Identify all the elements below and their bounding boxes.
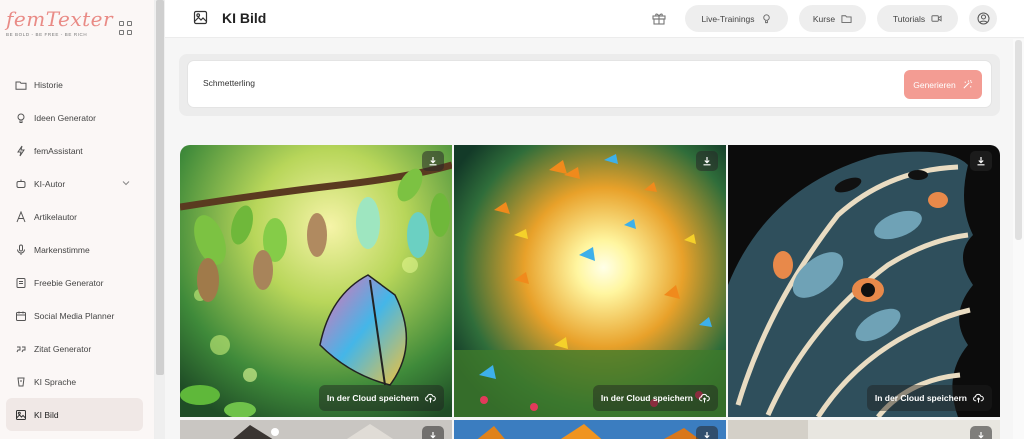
speech-icon	[15, 376, 27, 388]
download-icon	[430, 432, 436, 439]
save-to-cloud-label: In der Cloud speichern	[600, 393, 693, 403]
sidebar-item-femassistant[interactable]: femAssistant	[0, 134, 155, 167]
generated-image-3[interactable]: In der Cloud speichern	[728, 145, 1000, 417]
download-icon	[978, 432, 984, 439]
sidebar-scrollbar[interactable]	[156, 0, 164, 375]
main-scrollbar[interactable]	[1015, 40, 1022, 240]
download-button[interactable]	[696, 151, 718, 171]
butterflies-light-image	[454, 145, 726, 417]
image-icon	[193, 10, 208, 25]
sidebar-item-zitat-generator[interactable]: Zitat Generator	[0, 332, 155, 365]
generated-image-1[interactable]: In der Cloud speichern	[180, 145, 452, 417]
generated-image-5[interactable]	[454, 420, 726, 439]
sidebar-item-label: Social Media Planner	[34, 310, 115, 321]
top-header: KI Bild Live-Trainings Kurse Tutorials	[165, 0, 1024, 38]
download-icon	[429, 157, 437, 166]
robot-icon	[15, 178, 27, 190]
download-button[interactable]	[970, 426, 992, 439]
sidebar-item-label: Historie	[34, 79, 63, 90]
generated-image-2[interactable]: In der Cloud speichern	[454, 145, 726, 417]
save-to-cloud-label: In der Cloud speichern	[326, 393, 419, 403]
microphone-icon	[15, 244, 27, 256]
kurse-button[interactable]: Kurse	[799, 5, 866, 32]
sidebar-item-label: Freebie Generator	[34, 277, 104, 288]
cloud-upload-icon	[699, 393, 710, 403]
magic-wand-icon	[963, 80, 972, 89]
prompt-value[interactable]: Schmetterling	[203, 78, 255, 88]
chevron-down-icon[interactable]	[121, 178, 131, 188]
download-button[interactable]	[696, 426, 718, 439]
download-button[interactable]	[970, 151, 992, 171]
font-icon	[15, 210, 27, 223]
sidebar-item-artikelautor[interactable]: Artikelautor	[0, 200, 155, 233]
tutorials-button[interactable]: Tutorials	[877, 5, 958, 32]
page-title: KI Bild	[222, 10, 267, 26]
calendar-icon	[15, 310, 27, 322]
brand-name: femTexter	[6, 7, 114, 31]
folder-icon	[841, 15, 852, 23]
sidebar-nav: Historie Ideen Generator femAssistant KI…	[0, 68, 155, 431]
image-gallery: In der Cloud speichern In der Cloud spei…	[180, 145, 1000, 439]
sidebar-item-ki-autor[interactable]: KI-Autor	[0, 167, 155, 200]
save-to-cloud-button[interactable]: In der Cloud speichern	[318, 385, 444, 411]
sidebar-item-historie[interactable]: Historie	[0, 68, 155, 101]
save-to-cloud-label: In der Cloud speichern	[874, 393, 967, 403]
sidebar-item-label: KI Sprache	[34, 376, 77, 387]
live-trainings-label: Live-Trainings	[701, 13, 755, 24]
image-icon	[15, 409, 27, 421]
generate-button[interactable]: Generieren	[904, 70, 982, 99]
folder-icon	[15, 79, 27, 91]
butterfly-chrysalis-image	[180, 145, 452, 417]
sidebar-item-label: Markenstimme	[34, 244, 90, 255]
sidebar: femTexter BE BOLD - BE FREE - BE RICH Hi…	[0, 0, 155, 439]
quote-icon	[15, 343, 27, 355]
bolt-icon	[15, 145, 27, 157]
kurse-label: Kurse	[812, 13, 836, 24]
generated-image-4[interactable]	[180, 420, 452, 439]
cloud-upload-icon	[425, 393, 436, 403]
butterfly-image	[180, 420, 452, 439]
lightbulb-icon	[762, 14, 770, 24]
download-icon	[703, 157, 711, 166]
monarch-butterflies-image	[454, 420, 726, 439]
sidebar-item-ki-bild[interactable]: KI Bild	[6, 398, 143, 431]
gift-icon[interactable]	[651, 10, 667, 26]
apps-grid-icon[interactable]	[119, 21, 133, 35]
cloud-upload-icon	[973, 393, 984, 403]
save-to-cloud-button[interactable]: In der Cloud speichern	[866, 385, 992, 411]
sidebar-item-ki-sprache[interactable]: KI Sprache	[0, 365, 155, 398]
sidebar-item-label: femAssistant	[34, 145, 83, 156]
brand-logo[interactable]: femTexter BE BOLD - BE FREE - BE RICH	[6, 7, 116, 47]
lightbulb-icon	[15, 112, 27, 124]
sidebar-item-social-media-planner[interactable]: Social Media Planner	[0, 299, 155, 332]
butterfly-wing-image	[728, 145, 1000, 417]
sidebar-item-freebie-generator[interactable]: Freebie Generator	[0, 266, 155, 299]
user-avatar-button[interactable]	[969, 5, 997, 32]
generate-label: Generieren	[913, 79, 956, 90]
brand-tagline: BE BOLD - BE FREE - BE RICH	[6, 32, 88, 37]
prompt-input[interactable]	[187, 60, 992, 108]
download-icon	[704, 432, 710, 439]
save-to-cloud-button[interactable]: In der Cloud speichern	[592, 385, 718, 411]
sidebar-item-ideen-generator[interactable]: Ideen Generator	[0, 101, 155, 134]
download-button[interactable]	[422, 151, 444, 171]
sidebar-item-label: Artikelautor	[34, 211, 77, 222]
user-icon	[977, 12, 989, 25]
butterfly-image	[728, 420, 1000, 439]
document-icon	[15, 277, 27, 289]
generated-image-6[interactable]	[728, 420, 1000, 439]
sidebar-item-label: KI Bild	[34, 409, 59, 420]
download-icon	[977, 157, 985, 166]
sidebar-item-label: Zitat Generator	[34, 343, 92, 354]
sidebar-item-label: KI-Autor	[34, 178, 66, 189]
sidebar-item-markenstimme[interactable]: Markenstimme	[0, 233, 155, 266]
sidebar-item-label: Ideen Generator	[34, 112, 96, 123]
download-button[interactable]	[422, 426, 444, 439]
video-camera-icon	[931, 15, 942, 22]
tutorials-label: Tutorials	[892, 13, 926, 24]
live-trainings-button[interactable]: Live-Trainings	[685, 5, 788, 32]
